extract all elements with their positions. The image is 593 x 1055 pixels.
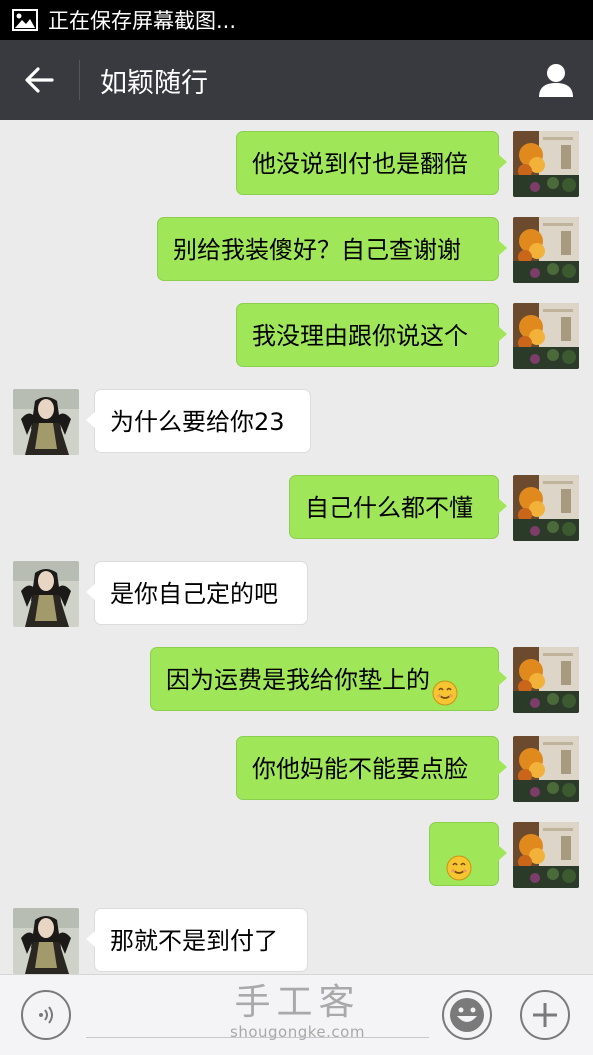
message-bubble[interactable]: 自己什么都不懂: [289, 475, 507, 539]
more-button[interactable]: [520, 990, 570, 1040]
avatar[interactable]: [513, 131, 579, 197]
back-button[interactable]: [0, 40, 78, 120]
status-bar: 正在保存屏幕截图...: [0, 0, 593, 40]
status-notification-text: 正在保存屏幕截图...: [48, 9, 237, 33]
plus-icon: [533, 1003, 557, 1027]
message-text: 你他妈能不能要点脸: [252, 755, 468, 783]
person-icon[interactable]: [537, 62, 575, 98]
avatar[interactable]: [513, 217, 579, 283]
message-bubble[interactable]: 因为运费是我给你垫上的: [150, 647, 507, 711]
message-text: 我没理由跟你说这个: [252, 322, 468, 350]
smile-emoji-icon: [432, 666, 458, 706]
message-text: 因为运费是我给你垫上的: [166, 666, 430, 694]
message-bubble[interactable]: 别给我装傻好？自己查谢谢: [157, 217, 507, 281]
avatar[interactable]: [513, 736, 579, 802]
smiley-icon: [450, 998, 484, 1032]
avatar[interactable]: [513, 647, 579, 713]
voice-button[interactable]: [21, 990, 71, 1040]
chat-title: 如颖随行: [100, 67, 208, 99]
message-text: 为什么要给你23: [110, 408, 285, 436]
message-bubble[interactable]: 为什么要给你23: [86, 389, 311, 453]
avatar[interactable]: [13, 908, 79, 974]
chat-header: 如颖随行: [0, 40, 593, 120]
message-bubble[interactable]: 你他妈能不能要点脸: [236, 736, 507, 800]
message-text: 别给我装傻好？自己查谢谢: [173, 236, 461, 264]
avatar[interactable]: [513, 303, 579, 369]
message-bubble[interactable]: 他没说到付也是翻倍: [236, 131, 507, 195]
emoji-button[interactable]: [442, 990, 492, 1040]
message-text: 他没说到付也是翻倍: [252, 150, 468, 178]
message-text: 自己什么都不懂: [305, 494, 473, 522]
smile-emoji-icon: [446, 841, 472, 881]
voice-icon: [39, 1006, 53, 1024]
back-arrow-icon: [25, 67, 54, 93]
message-bubble[interactable]: 我没理由跟你说这个: [236, 303, 507, 367]
input-bar: [0, 974, 593, 1055]
header-divider: [79, 60, 80, 100]
message-bubble[interactable]: 那就不是到付了: [86, 908, 308, 972]
image-icon: [12, 9, 38, 31]
message-bubble[interactable]: [429, 822, 507, 886]
message-bubble[interactable]: 是你自己定的吧: [86, 561, 308, 625]
avatar[interactable]: [13, 389, 79, 455]
avatar[interactable]: [13, 561, 79, 627]
avatar[interactable]: [513, 822, 579, 888]
message-text: 是你自己定的吧: [110, 580, 278, 608]
message-input[interactable]: [86, 1037, 429, 1038]
message-text: 那就不是到付了: [110, 927, 278, 955]
avatar[interactable]: [513, 475, 579, 541]
